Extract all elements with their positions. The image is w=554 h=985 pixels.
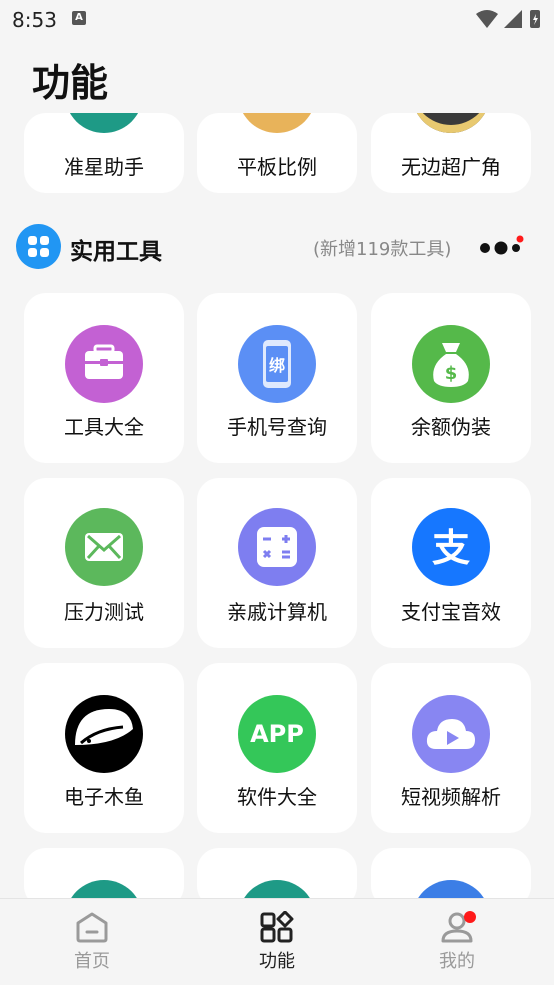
bottom-nav: 首页 功能 我的 <box>0 898 554 985</box>
nav-item-profile[interactable]: 我的 <box>407 911 507 981</box>
wifi-icon <box>476 10 498 28</box>
tool-label: 余额伪装 <box>411 415 491 439</box>
alipay-glyph: 支 <box>432 526 470 570</box>
tool-card-stress-test[interactable]: 压力测试 <box>24 478 184 648</box>
nav-label: 我的 <box>439 951 475 972</box>
tool-card-software-collection[interactable]: APP 软件大全 <box>197 663 357 833</box>
wooden-fish-icon <box>65 695 143 773</box>
tool-label: 电子木鱼 <box>64 785 144 809</box>
home-icon <box>76 912 108 943</box>
tool-card-wooden-fish[interactable]: 电子木鱼 <box>24 663 184 833</box>
status-bar: 8:53 A <box>0 0 554 40</box>
app-store-icon: APP <box>238 695 316 773</box>
tool-label: 平板比例 <box>237 155 317 179</box>
tool-label: 手机号查询 <box>227 415 327 439</box>
tool-card-balance-disguise[interactable]: $ 余额伪装 <box>371 293 531 463</box>
notification-a-icon: A <box>72 11 86 25</box>
app-glyph: APP <box>250 720 304 748</box>
tool-label: 压力测试 <box>64 600 144 624</box>
tool-card-crosshair[interactable]: 准星助手 <box>24 113 184 193</box>
notification-dot <box>516 235 524 243</box>
toolbox-icon <box>65 325 143 403</box>
profile-icon <box>441 911 476 943</box>
envelope-icon <box>65 508 143 586</box>
page-title: 功能 <box>32 61 109 105</box>
section-title: 实用工具 <box>70 239 162 265</box>
tool-label: 支付宝音效 <box>401 600 501 624</box>
section-subtitle: (新增119款工具) <box>313 239 452 260</box>
video-parse-icon <box>412 695 490 773</box>
tool-card-toolbox[interactable]: 工具大全 <box>24 293 184 463</box>
tool-label: 亲戚计算机 <box>227 600 327 624</box>
nav-label: 功能 <box>259 951 295 972</box>
nav-item-functions[interactable]: 功能 <box>227 911 327 981</box>
calculator-icon <box>238 508 316 586</box>
tool-label: 工具大全 <box>64 415 144 439</box>
alipay-icon: 支 <box>412 508 490 586</box>
nav-label: 首页 <box>74 951 110 972</box>
tool-card-phone-lookup[interactable]: 绑 手机号查询 <box>197 293 357 463</box>
wide-angle-icon <box>412 113 490 133</box>
system-status-icons <box>476 10 540 28</box>
status-time: 8:53 <box>12 8 57 32</box>
tool-card-tablet-ratio[interactable]: 平板比例 <box>197 113 357 193</box>
tablet-ratio-icon <box>238 113 316 133</box>
tool-label: 准星助手 <box>64 155 144 179</box>
tool-label: 短视频解析 <box>401 785 501 809</box>
more-options-icon[interactable] <box>478 234 524 260</box>
tool-card-relative-calculator[interactable]: 亲戚计算机 <box>197 478 357 648</box>
money-bag-icon: $ <box>412 325 490 403</box>
signal-icon <box>504 10 522 28</box>
apps-grid-icon <box>260 911 294 943</box>
crosshair-icon <box>65 113 143 133</box>
phone-glyph: 绑 <box>269 356 285 375</box>
tool-card-wide-angle[interactable]: 无边超广角 <box>371 113 531 193</box>
nav-item-home[interactable]: 首页 <box>42 911 142 981</box>
tool-label: 软件大全 <box>237 785 317 809</box>
tool-card-alipay-sound[interactable]: 支 支付宝音效 <box>371 478 531 648</box>
section-header-utilities: 实用工具 (新增119款工具) <box>16 224 546 270</box>
tool-card-video-parse[interactable]: 短视频解析 <box>371 663 531 833</box>
profile-badge <box>464 911 476 923</box>
money-glyph: $ <box>445 363 458 384</box>
utilities-grid-icon <box>16 224 61 269</box>
tool-label: 无边超广角 <box>401 155 501 179</box>
phone-lookup-icon: 绑 <box>238 325 316 403</box>
